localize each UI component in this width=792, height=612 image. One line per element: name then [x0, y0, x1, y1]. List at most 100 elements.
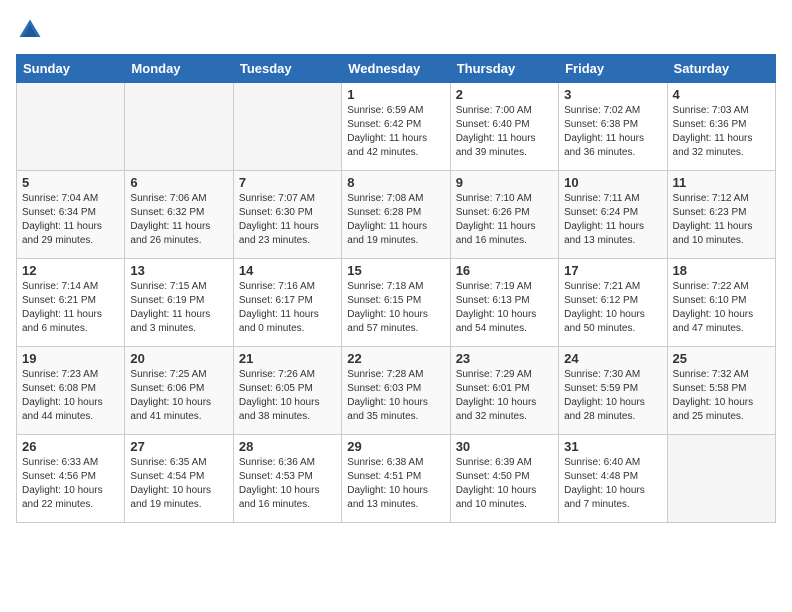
calendar-cell: 20Sunrise: 7:25 AM Sunset: 6:06 PM Dayli…: [125, 347, 233, 435]
calendar-table: SundayMondayTuesdayWednesdayThursdayFrid…: [16, 54, 776, 523]
calendar-cell: 9Sunrise: 7:10 AM Sunset: 6:26 PM Daylig…: [450, 171, 558, 259]
day-number: 3: [564, 87, 661, 102]
calendar-week-row: 1 Sunrise: 6:59 AM Sunset: 6:42 PM Daylig…: [17, 83, 776, 171]
calendar-cell: [233, 83, 341, 171]
calendar-cell: 18 Sunrise: 7:22 AM Sunset: 6:10 PM Dayli…: [667, 259, 775, 347]
day-info: Sunrise: 7:23 AM Sunset: 6:08 PM Dayligh…: [22, 368, 119, 424]
day-info: Sunrise: 7:15 AM Sunset: 6:19 PM Dayligh…: [130, 280, 227, 336]
day-number: 16: [456, 263, 553, 278]
day-number: 21: [239, 351, 336, 366]
day-number: 9: [456, 175, 553, 190]
day-header-saturday: Saturday: [667, 55, 775, 83]
day-number: 13: [130, 263, 227, 278]
calendar-cell: 2 Sunrise: 7:00 AM Sunset: 6:40 PM Daylig…: [450, 83, 558, 171]
day-info: Sunrise: 7:30 AM Sunset: 5:59 PM Dayligh…: [564, 368, 661, 424]
day-number: 10: [564, 175, 661, 190]
day-number: 31: [564, 439, 661, 454]
day-info: Sunrise: 7:11 AM Sunset: 6:24 PM Dayligh…: [564, 192, 661, 248]
day-info: Sunrise: 7:28 AM Sunset: 6:03 PM Dayligh…: [347, 368, 444, 424]
day-number: 23: [456, 351, 553, 366]
calendar-cell: 30 Sunrise: 6:39 AM Sunset: 4:50 PM Dayli…: [450, 435, 558, 523]
calendar-week-row: 26 Sunrise: 6:33 AM Sunset: 4:56 PM Dayli…: [17, 435, 776, 523]
day-info: Sunrise: 7:16 AM Sunset: 6:17 PM Dayligh…: [239, 280, 336, 336]
calendar-cell: [667, 435, 775, 523]
calendar-cell: 23 Sunrise: 7:29 AM Sunset: 6:01 PM Dayli…: [450, 347, 558, 435]
day-number: 29: [347, 439, 444, 454]
day-number: 30: [456, 439, 553, 454]
day-info: Sunrise: 6:35 AM Sunset: 4:54 PM Dayligh…: [130, 456, 227, 512]
calendar-cell: [125, 83, 233, 171]
calendar-cell: 15 Sunrise: 7:18 AM Sunset: 6:15 PM Dayli…: [342, 259, 450, 347]
calendar-cell: 5 Sunrise: 7:04 AM Sunset: 6:34 PM Daylig…: [17, 171, 125, 259]
calendar-cell: 13 Sunrise: 7:15 AM Sunset: 6:19 PM Dayli…: [125, 259, 233, 347]
calendar-cell: 10 Sunrise: 7:11 AM Sunset: 6:24 PM Dayli…: [559, 171, 667, 259]
day-info: Sunrise: 7:26 AM Sunset: 6:05 PM Dayligh…: [239, 368, 336, 424]
day-header-friday: Friday: [559, 55, 667, 83]
day-header-tuesday: Tuesday: [233, 55, 341, 83]
calendar-cell: 6 Sunrise: 7:06 AM Sunset: 6:32 PM Daylig…: [125, 171, 233, 259]
day-info: Sunrise: 7:29 AM Sunset: 6:01 PM Dayligh…: [456, 368, 553, 424]
day-number: 7: [239, 175, 336, 190]
page-container: SundayMondayTuesdayWednesdayThursdayFrid…: [0, 0, 792, 535]
day-header-monday: Monday: [125, 55, 233, 83]
header: [16, 16, 776, 44]
day-number: 12: [22, 263, 119, 278]
day-info: Sunrise: 7:02 AM Sunset: 6:38 PM Dayligh…: [564, 104, 661, 160]
day-info: Sunrise: 6:59 AM Sunset: 6:42 PM Dayligh…: [347, 104, 444, 160]
day-info: Sunrise: 7:06 AM Sunset: 6:32 PM Dayligh…: [130, 192, 227, 248]
day-info: Sunrise: 6:33 AM Sunset: 4:56 PM Dayligh…: [22, 456, 119, 512]
day-number: 18: [673, 263, 770, 278]
calendar-cell: 19 Sunrise: 7:23 AM Sunset: 6:08 PM Dayli…: [17, 347, 125, 435]
day-number: 11: [673, 175, 770, 190]
logo: [16, 16, 48, 44]
calendar-cell: 3 Sunrise: 7:02 AM Sunset: 6:38 PM Daylig…: [559, 83, 667, 171]
calendar-cell: 29 Sunrise: 6:38 AM Sunset: 4:51 PM Dayli…: [342, 435, 450, 523]
day-number: 15: [347, 263, 444, 278]
calendar-cell: 12 Sunrise: 7:14 AM Sunset: 6:21 PM Dayli…: [17, 259, 125, 347]
calendar-cell: 4Sunrise: 7:03 AM Sunset: 6:36 PM Daylig…: [667, 83, 775, 171]
day-info: Sunrise: 6:39 AM Sunset: 4:50 PM Dayligh…: [456, 456, 553, 512]
calendar-cell: 25 Sunrise: 7:32 AM Sunset: 5:58 PM Dayli…: [667, 347, 775, 435]
day-number: 25: [673, 351, 770, 366]
day-info: Sunrise: 7:14 AM Sunset: 6:21 PM Dayligh…: [22, 280, 119, 336]
day-info: Sunrise: 7:04 AM Sunset: 6:34 PM Dayligh…: [22, 192, 119, 248]
day-info: Sunrise: 7:00 AM Sunset: 6:40 PM Dayligh…: [456, 104, 553, 160]
day-number: 17: [564, 263, 661, 278]
day-info: Sunrise: 6:38 AM Sunset: 4:51 PM Dayligh…: [347, 456, 444, 512]
day-number: 24: [564, 351, 661, 366]
days-header-row: SundayMondayTuesdayWednesdayThursdayFrid…: [17, 55, 776, 83]
calendar-cell: 28 Sunrise: 6:36 AM Sunset: 4:53 PM Dayli…: [233, 435, 341, 523]
day-number: 5: [22, 175, 119, 190]
calendar-week-row: 12 Sunrise: 7:14 AM Sunset: 6:21 PM Dayli…: [17, 259, 776, 347]
day-info: Sunrise: 7:25 AM Sunset: 6:06 PM Dayligh…: [130, 368, 227, 424]
calendar-cell: 7 Sunrise: 7:07 AM Sunset: 6:30 PM Daylig…: [233, 171, 341, 259]
day-info: Sunrise: 7:18 AM Sunset: 6:15 PM Dayligh…: [347, 280, 444, 336]
calendar-cell: 17 Sunrise: 7:21 AM Sunset: 6:12 PM Dayli…: [559, 259, 667, 347]
day-number: 27: [130, 439, 227, 454]
day-info: Sunrise: 7:08 AM Sunset: 6:28 PM Dayligh…: [347, 192, 444, 248]
calendar-cell: 31Sunrise: 6:40 AM Sunset: 4:48 PM Dayli…: [559, 435, 667, 523]
day-number: 26: [22, 439, 119, 454]
day-number: 8: [347, 175, 444, 190]
day-info: Sunrise: 7:12 AM Sunset: 6:23 PM Dayligh…: [673, 192, 770, 248]
day-header-thursday: Thursday: [450, 55, 558, 83]
calendar-cell: 22 Sunrise: 7:28 AM Sunset: 6:03 PM Dayli…: [342, 347, 450, 435]
day-info: Sunrise: 7:07 AM Sunset: 6:30 PM Dayligh…: [239, 192, 336, 248]
calendar-cell: 11 Sunrise: 7:12 AM Sunset: 6:23 PM Dayli…: [667, 171, 775, 259]
day-info: Sunrise: 6:36 AM Sunset: 4:53 PM Dayligh…: [239, 456, 336, 512]
day-number: 1: [347, 87, 444, 102]
day-number: 6: [130, 175, 227, 190]
calendar-cell: 24 Sunrise: 7:30 AM Sunset: 5:59 PM Dayli…: [559, 347, 667, 435]
day-info: Sunrise: 7:03 AM Sunset: 6:36 PM Dayligh…: [673, 104, 770, 160]
day-info: Sunrise: 7:32 AM Sunset: 5:58 PM Dayligh…: [673, 368, 770, 424]
calendar-cell: 8 Sunrise: 7:08 AM Sunset: 6:28 PM Daylig…: [342, 171, 450, 259]
day-number: 19: [22, 351, 119, 366]
calendar-cell: 26 Sunrise: 6:33 AM Sunset: 4:56 PM Dayli…: [17, 435, 125, 523]
day-info: Sunrise: 7:22 AM Sunset: 6:10 PM Dayligh…: [673, 280, 770, 336]
day-info: Sunrise: 7:21 AM Sunset: 6:12 PM Dayligh…: [564, 280, 661, 336]
day-number: 22: [347, 351, 444, 366]
day-number: 28: [239, 439, 336, 454]
day-number: 2: [456, 87, 553, 102]
day-header-wednesday: Wednesday: [342, 55, 450, 83]
calendar-cell: 27 Sunrise: 6:35 AM Sunset: 4:54 PM Dayli…: [125, 435, 233, 523]
